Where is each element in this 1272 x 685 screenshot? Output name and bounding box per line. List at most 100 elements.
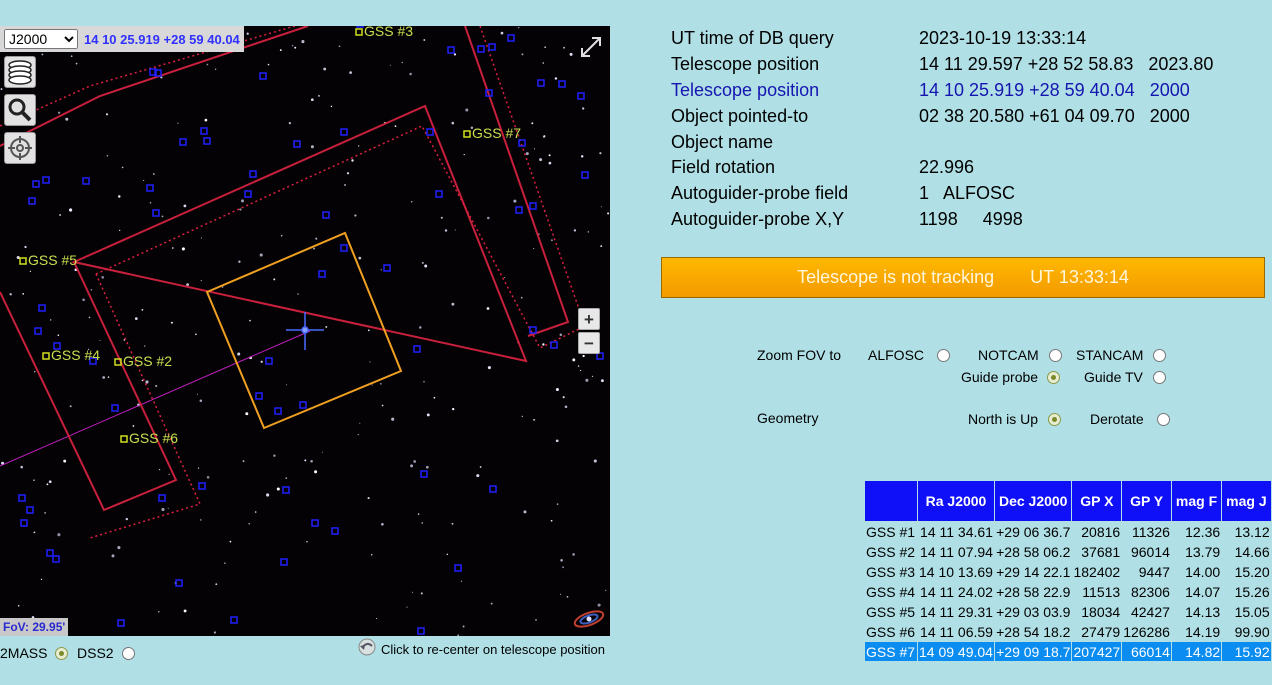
option-north-up[interactable]: North is Up [968,411,1062,427]
option-stancam[interactable]: STANCAM [1076,347,1167,363]
catalog-star-marker [383,264,391,272]
fullscreen-icon[interactable] [578,34,604,60]
table-cell: 14 11 07.94 [920,543,993,560]
coordinate-bar: J2000 14 10 25.919 +28 59 40.04 [0,26,244,52]
sky-star [57,111,61,114]
sky-image[interactable]: GSS #3 GSS #7 GSS #5 GSS #4 GSS #2 GSS #6 [0,26,610,636]
sky-star [49,319,52,321]
catalog-star-marker [152,209,160,217]
radio-derotate[interactable] [1156,412,1170,426]
target-button[interactable] [4,132,36,164]
zoom-in-button[interactable]: + [578,308,600,330]
table-cell: 14.66 [1234,543,1270,560]
sky-star [555,387,559,392]
sky-star [200,280,202,282]
survey-option-dss2[interactable]: DSS2 [77,645,135,661]
table-row[interactable]: GSS #4 14 11 24.02 +28 58 22.9 11513 82306 14… [865,582,1271,601]
zoom-fov-label: Zoom FOV to [757,347,842,363]
table-body: GSS #1 14 11 34.61 +29 06 36.7 20816 11326 12… [865,522,1271,661]
sky-star [17,605,20,607]
table-cell: +29 06 36.7 [996,523,1071,540]
catalog-star-marker [282,486,290,494]
tracking-status-banner: Telescope is not tracking UT 13:33:14 [661,257,1265,298]
sky-star [554,77,558,80]
column-header[interactable]: GP Y [1122,481,1171,521]
table-cell: GSS #3 [866,563,916,580]
table-row[interactable]: GSS #5 14 11 29.31 +29 03 03.9 18034 42427 14… [865,602,1271,621]
radio-alfosc[interactable] [937,348,951,362]
column-header[interactable]: Ra J2000 [918,481,994,521]
table-row[interactable]: GSS #1 14 11 34.61 +29 06 36.7 20816 11326 12… [865,522,1271,541]
sky-star [167,507,169,509]
catalog-star-marker [537,79,545,87]
survey-option-2mass[interactable]: 2MASS [0,645,69,661]
zoom-out-button[interactable]: − [578,332,600,354]
table-cell: 14 11 34.61 [920,523,993,540]
sky-star [197,467,200,469]
table-cell: 14.19 [1185,623,1221,640]
option-derotate[interactable]: Derotate [1090,411,1170,427]
sky-star [375,617,378,620]
sky-star [254,511,257,513]
sky-star [325,325,328,328]
info-label: Field rotation [671,157,776,178]
sky-star [533,418,536,421]
column-header[interactable] [865,481,917,521]
gss-label: GSS #4 [51,347,100,363]
epoch-select[interactable]: J2000 [4,29,78,49]
table-row[interactable]: GSS #2 14 11 07.94 +28 58 06.2 37681 96014 13… [865,542,1271,561]
finder-chart[interactable]: GSS #3 GSS #7 GSS #5 GSS #4 GSS #2 GSS #6 J20… [0,26,610,636]
sky-star [121,166,124,169]
sky-star [288,121,292,125]
survey-radio-2mass[interactable] [55,646,69,660]
radio-north-up[interactable] [1048,412,1062,426]
radio-stancam[interactable] [1153,348,1167,362]
sky-star [542,62,545,64]
column-header[interactable]: GP X [1072,481,1122,521]
radio-guide-tv[interactable] [1152,370,1166,384]
sky-star [57,334,60,336]
galaxy-logo-icon [573,610,605,628]
sky-star [548,161,552,165]
sky-star [291,44,294,47]
option-guide-probe[interactable]: Guide probe [961,369,1061,385]
table-cell: 207427 [1072,642,1122,661]
sky-star [564,405,568,409]
recenter-link[interactable]: Click to re-center on telescope position [358,638,606,657]
search-button[interactable] [4,94,36,126]
info-value: 1198 4998 [919,208,1023,229]
sky-star [338,45,341,48]
recenter-text: Click to re-center on telescope position [381,642,606,657]
sky-star [562,566,564,569]
info-value: 14 10 25.919 +28 59 40.04 2000 [919,79,1190,100]
radio-guide-probe[interactable] [1047,370,1061,384]
catalog-star-marker [249,170,257,178]
table-row[interactable]: GSS #6 14 11 06.59 +28 54 18.2 27479 126286 1… [865,622,1271,641]
column-header[interactable]: Dec J2000 [994,481,1072,521]
sky-star [423,381,425,383]
table-row[interactable]: GSS #7 14 09 49.04 +29 09 18.7 207427 66014 1… [865,642,1271,661]
table-cell: 14 10 13.69 [919,563,993,580]
option-guide-tv[interactable]: Guide TV [1084,369,1166,385]
sky-star [358,256,362,260]
info-value: 22.996 [919,157,975,178]
catalog-star-marker [274,407,282,415]
catalog-star-marker [230,616,238,624]
survey-radio-dss2[interactable] [121,646,135,660]
column-header[interactable]: mag J [1222,481,1271,521]
radio-notcam[interactable] [1048,348,1062,362]
sky-star [487,366,491,370]
catalog-star-marker [581,171,589,179]
option-label: STANCAM [1076,347,1144,363]
sky-star [566,595,569,598]
column-header[interactable]: mag F [1171,481,1222,521]
option-alfosc[interactable]: ALFOSC [868,347,951,363]
table-row[interactable]: GSS #3 14 10 13.69 +29 14 22.1 182402 9447 14… [865,562,1271,581]
sky-star [424,264,428,268]
layers-button[interactable] [4,56,36,88]
catalog-star-marker [417,627,425,635]
sky-star [354,214,357,217]
option-notcam[interactable]: NOTCAM [978,347,1062,363]
sky-star [145,380,149,384]
sky-star [88,316,91,319]
